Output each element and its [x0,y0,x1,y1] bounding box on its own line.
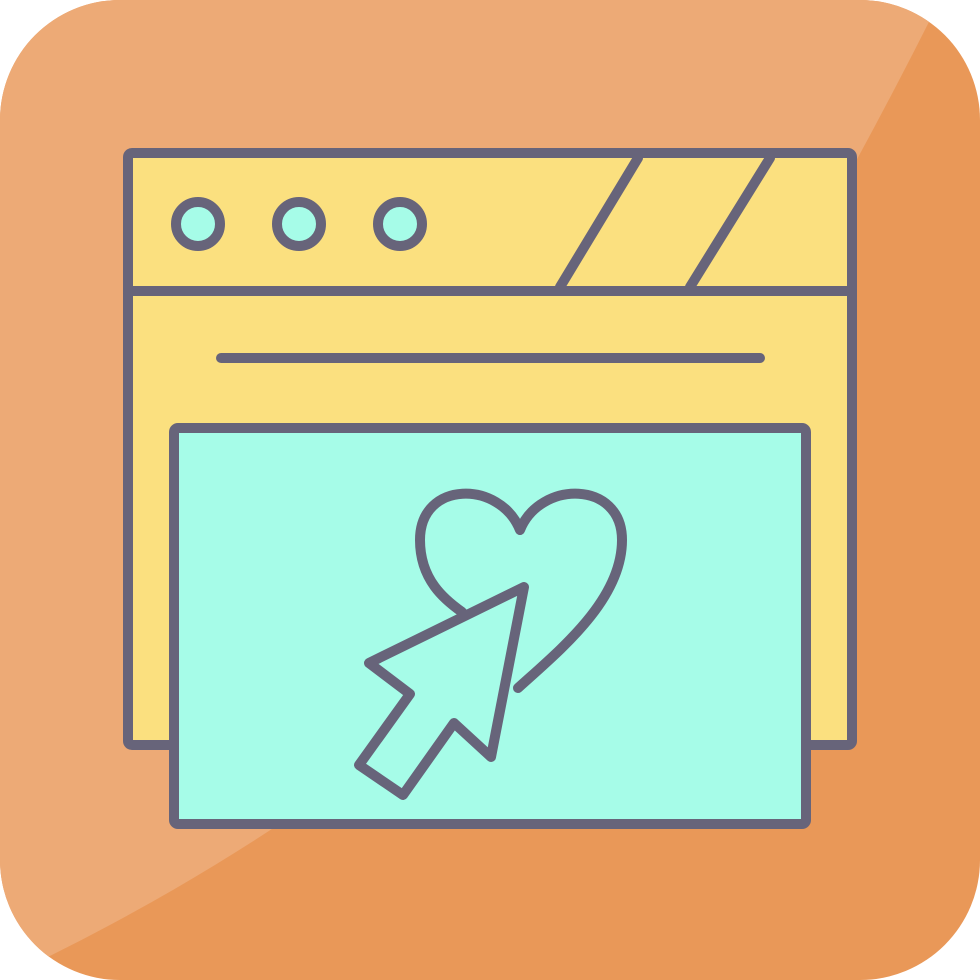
window-dot-3-icon [373,197,427,251]
web-favorite-click-icon [0,0,980,980]
window-dot-2-icon [272,197,326,251]
window-dot-1-icon [171,197,225,251]
icon-stage [0,0,980,980]
